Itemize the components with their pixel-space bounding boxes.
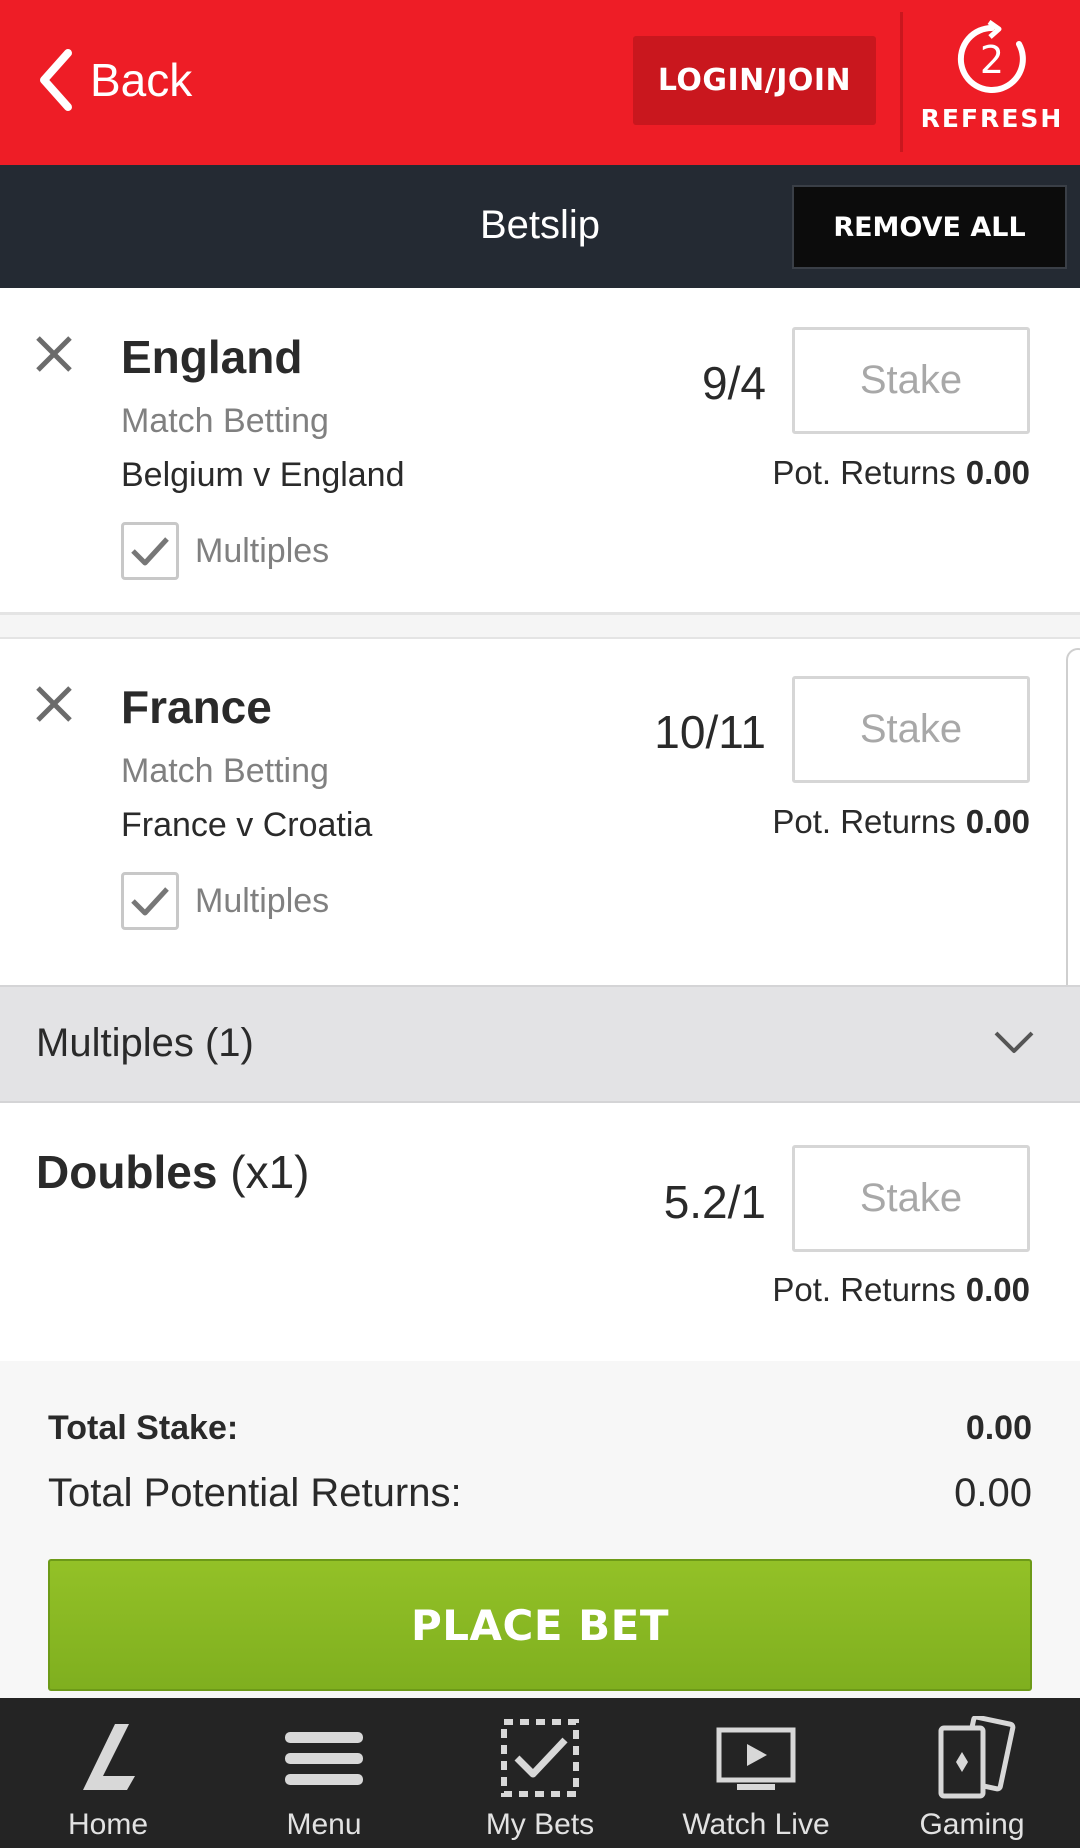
doubles-stake-input[interactable] bbox=[792, 1145, 1030, 1252]
selection-name: France bbox=[121, 681, 272, 733]
stake-input[interactable] bbox=[792, 676, 1030, 783]
home-logo-icon bbox=[83, 1724, 135, 1790]
selection-card: England Match Betting Belgium v England … bbox=[0, 288, 1080, 615]
multiples-header-label: Multiples (1) bbox=[36, 1021, 254, 1065]
doubles-count: (x1) bbox=[230, 1146, 310, 1198]
selection-name: England bbox=[121, 331, 303, 383]
login-join-button[interactable]: LOGIN/JOIN bbox=[633, 36, 876, 125]
refresh-button[interactable]: 2 REFRESH bbox=[912, 14, 1072, 154]
multiples-checkbox[interactable] bbox=[121, 522, 179, 580]
returns-label: Pot. Returns bbox=[772, 1271, 956, 1308]
nav-menu-label: Menu bbox=[286, 1808, 362, 1841]
nav-my-bets[interactable]: My Bets bbox=[432, 1698, 648, 1848]
total-returns-value: 0.00 bbox=[954, 1471, 1032, 1515]
selection-odds: 10/11 bbox=[654, 706, 766, 758]
returns-value: 0.00 bbox=[965, 1271, 1030, 1308]
close-icon bbox=[36, 686, 72, 722]
refresh-count: 2 bbox=[980, 38, 1004, 82]
header-divider bbox=[900, 12, 903, 152]
selection-market: Match Betting bbox=[121, 402, 329, 440]
checkmark-icon bbox=[131, 887, 169, 916]
refresh-label: REFRESH bbox=[920, 104, 1064, 133]
gaming-cards-icon bbox=[938, 1716, 1016, 1799]
betslip-bar: Betslip REMOVE ALL bbox=[0, 165, 1080, 288]
total-returns-row: Total Potential Returns: 0.00 bbox=[48, 1471, 1032, 1516]
selection-separator bbox=[0, 615, 1080, 637]
nav-home-label: Home bbox=[67, 1808, 149, 1841]
total-returns-label: Total Potential Returns: bbox=[48, 1471, 462, 1515]
nav-watch-live-label: Watch Live bbox=[682, 1808, 830, 1841]
doubles-odds: 5.2/1 bbox=[663, 1176, 766, 1228]
nav-watch-live[interactable]: Watch Live bbox=[648, 1698, 864, 1848]
total-stake-value: 0.00 bbox=[965, 1409, 1032, 1447]
multiples-checkbox[interactable] bbox=[121, 872, 179, 930]
watch-live-icon bbox=[716, 1727, 796, 1790]
returns-label: Pot. Returns bbox=[772, 803, 956, 840]
nav-menu[interactable]: Menu bbox=[216, 1698, 432, 1848]
selection-card: France Match Betting France v Croatia Mu… bbox=[0, 637, 1080, 965]
totals-panel: Total Stake: 0.00 Total Potential Return… bbox=[0, 1361, 1080, 1698]
multiples-accordion-header[interactable]: Multiples (1) bbox=[0, 985, 1080, 1103]
multiples-label: Multiples bbox=[195, 532, 330, 570]
nav-gaming-label: Gaming bbox=[919, 1808, 1025, 1841]
selection-event: Belgium v England bbox=[121, 456, 405, 494]
back-label: Back bbox=[90, 54, 193, 106]
multiples-label: Multiples bbox=[195, 882, 330, 920]
potential-returns: Pot. Returns 0.00 bbox=[772, 454, 1030, 492]
selection-market: Match Betting bbox=[121, 752, 329, 790]
place-bet-button[interactable]: PLACE BET bbox=[48, 1559, 1032, 1691]
refresh-icon: 2 bbox=[957, 20, 1026, 93]
remove-all-button[interactable]: REMOVE ALL bbox=[792, 185, 1067, 269]
potential-returns: Pot. Returns 0.00 bbox=[772, 1271, 1030, 1309]
close-icon bbox=[36, 336, 72, 372]
menu-icon bbox=[285, 1732, 363, 1785]
doubles-name: Doubles bbox=[36, 1146, 218, 1198]
scroll-handle[interactable] bbox=[1066, 648, 1080, 1006]
stake-input[interactable] bbox=[792, 327, 1030, 434]
selection-odds: 9/4 bbox=[702, 357, 766, 409]
returns-value: 0.00 bbox=[965, 454, 1030, 491]
remove-selection-button[interactable] bbox=[34, 334, 74, 374]
chevron-down-icon bbox=[994, 1031, 1034, 1053]
nav-gaming[interactable]: Gaming bbox=[864, 1698, 1080, 1848]
back-button[interactable]: Back bbox=[36, 45, 192, 115]
returns-label: Pot. Returns bbox=[772, 454, 956, 491]
chevron-left-icon bbox=[40, 49, 72, 111]
total-stake-label: Total Stake: bbox=[48, 1409, 239, 1447]
selection-event: France v Croatia bbox=[121, 806, 373, 844]
remove-selection-button[interactable] bbox=[34, 684, 74, 724]
potential-returns: Pot. Returns 0.00 bbox=[772, 803, 1030, 841]
checkmark-icon bbox=[131, 537, 169, 566]
doubles-row: Doubles (x1) 5.2/1 Pot. Returns0.00 bbox=[0, 1103, 1080, 1361]
top-header: Back LOGIN/JOIN 2 REFRESH bbox=[0, 0, 1080, 165]
my-bets-icon bbox=[501, 1719, 579, 1797]
nav-my-bets-label: My Bets bbox=[485, 1808, 595, 1841]
bottom-navigation: Home Menu My Bets Watch Live Gaming bbox=[0, 1698, 1080, 1848]
nav-home[interactable]: Home bbox=[0, 1698, 216, 1848]
returns-value: 0.00 bbox=[965, 803, 1030, 840]
doubles-title: Doubles (x1) bbox=[36, 1145, 309, 1199]
total-stake-row: Total Stake: 0.00 bbox=[48, 1409, 1032, 1448]
